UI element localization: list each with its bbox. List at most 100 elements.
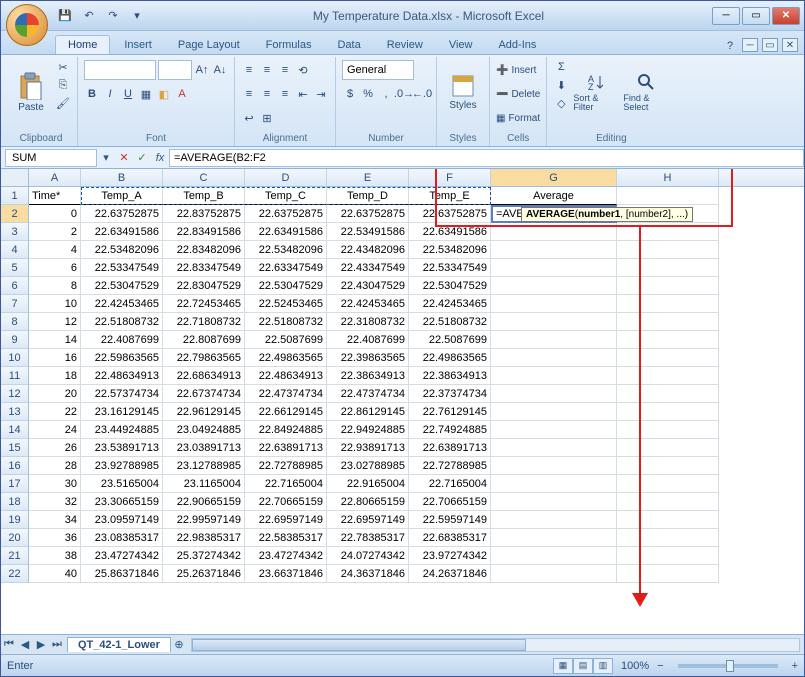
mdi-minimize[interactable]: ─ — [742, 38, 758, 52]
cell[interactable]: 22.67374734 — [163, 385, 245, 403]
cell[interactable]: 22.72453465 — [163, 295, 245, 313]
cell[interactable]: 24.26371846 — [409, 565, 491, 583]
grow-font-icon[interactable]: A↑ — [194, 62, 210, 78]
cell[interactable] — [491, 493, 617, 511]
maximize-button[interactable]: ▭ — [742, 7, 770, 25]
cell[interactable] — [491, 565, 617, 583]
cell[interactable]: 23.92788985 — [81, 457, 163, 475]
cell[interactable]: 22.63752875 — [245, 205, 327, 223]
sheet-nav-first-icon[interactable]: ⏮ — [1, 637, 17, 653]
cell[interactable]: 22.31808732 — [327, 313, 409, 331]
align-top-icon[interactable]: ≡ — [241, 62, 257, 78]
cell[interactable]: 22.53482096 — [409, 241, 491, 259]
sort-filter-button[interactable]: AZ Sort & Filter — [573, 59, 619, 125]
cell[interactable]: 24 — [29, 421, 81, 439]
wrap-text-icon[interactable]: ↩ — [241, 110, 257, 126]
indent-inc-icon[interactable]: ⇥ — [313, 86, 329, 102]
copy-icon[interactable]: ⎘ — [55, 77, 71, 93]
row-header[interactable]: 14 — [1, 421, 29, 439]
cell[interactable]: 23.47274342 — [245, 547, 327, 565]
cell[interactable] — [617, 313, 719, 331]
cell[interactable]: 22.8087699 — [163, 331, 245, 349]
cell[interactable]: 16 — [29, 349, 81, 367]
cell[interactable]: 23.02788985 — [327, 457, 409, 475]
cell[interactable] — [617, 259, 719, 277]
cell[interactable]: 22.68385317 — [409, 529, 491, 547]
cell[interactable]: 23.16129145 — [81, 403, 163, 421]
sheet-nav-last-icon[interactable]: ⏭ — [49, 637, 65, 653]
paste-button[interactable]: Paste — [11, 59, 51, 125]
percent-icon[interactable]: % — [360, 86, 376, 102]
page-break-view-icon[interactable]: ▥ — [593, 658, 613, 674]
format-cells-button[interactable]: ▦Format — [496, 107, 540, 129]
mdi-restore[interactable]: ▭ — [762, 38, 778, 52]
cell[interactable]: 22.63752875 — [327, 205, 409, 223]
cell[interactable]: 22.83347549 — [163, 259, 245, 277]
cell[interactable]: 22.71808732 — [163, 313, 245, 331]
cell[interactable]: 22.79863565 — [163, 349, 245, 367]
align-bottom-icon[interactable]: ≡ — [277, 62, 293, 78]
comma-icon[interactable]: , — [378, 86, 394, 102]
cell[interactable]: 23.08385317 — [81, 529, 163, 547]
cell[interactable]: 12 — [29, 313, 81, 331]
cell[interactable] — [491, 403, 617, 421]
cell[interactable]: 22.63347549 — [245, 259, 327, 277]
fill-icon[interactable]: ⬇ — [553, 77, 569, 93]
cell[interactable]: 22.72788985 — [245, 457, 327, 475]
cell[interactable]: 22.57374734 — [81, 385, 163, 403]
qat-dropdown-icon[interactable]: ▾ — [127, 6, 147, 26]
format-painter-icon[interactable]: 🖌 — [55, 95, 71, 111]
cell[interactable]: 22.63752875 — [409, 205, 491, 223]
cell[interactable]: 23.53891713 — [81, 439, 163, 457]
cell[interactable]: 22.43347549 — [327, 259, 409, 277]
cell[interactable]: Temp_B — [163, 187, 245, 205]
cell[interactable] — [617, 223, 719, 241]
fx-icon[interactable]: fx — [151, 149, 169, 167]
cell[interactable]: 22.72788985 — [409, 457, 491, 475]
cell[interactable]: 22.7165004 — [409, 475, 491, 493]
cell[interactable]: 22.98385317 — [163, 529, 245, 547]
cell[interactable]: 22.94924885 — [327, 421, 409, 439]
cell[interactable]: 22.42453465 — [81, 295, 163, 313]
insert-cells-button[interactable]: ➕Insert — [496, 59, 540, 81]
cell[interactable]: 22.83047529 — [163, 277, 245, 295]
cell[interactable]: 22.52453465 — [245, 295, 327, 313]
cell[interactable] — [617, 187, 719, 205]
cell[interactable]: 22.4087699 — [327, 331, 409, 349]
cell[interactable]: 22.51808732 — [81, 313, 163, 331]
fill-color-icon[interactable]: ◧ — [156, 86, 172, 102]
cell[interactable]: Temp_C — [245, 187, 327, 205]
cell[interactable]: 22.58385317 — [245, 529, 327, 547]
cell[interactable]: 4 — [29, 241, 81, 259]
cell[interactable]: 23.09597149 — [81, 511, 163, 529]
cell[interactable]: 22.76129145 — [409, 403, 491, 421]
hscroll-thumb[interactable] — [192, 639, 526, 651]
merge-icon[interactable]: ⊞ — [259, 110, 275, 126]
cell[interactable]: 22.47374734 — [327, 385, 409, 403]
cell[interactable]: 22.9165004 — [327, 475, 409, 493]
tab-insert[interactable]: Insert — [112, 36, 164, 54]
align-center-icon[interactable]: ≡ — [259, 86, 275, 102]
cell[interactable]: 22.42453465 — [409, 295, 491, 313]
tab-addins[interactable]: Add-Ins — [486, 36, 548, 54]
cell[interactable]: 22.53347549 — [409, 259, 491, 277]
cell[interactable] — [491, 529, 617, 547]
select-all-corner[interactable] — [1, 169, 29, 186]
cell[interactable]: 22.51808732 — [409, 313, 491, 331]
cell[interactable]: 22.53491586 — [327, 223, 409, 241]
cell[interactable]: 34 — [29, 511, 81, 529]
mdi-close[interactable]: ✕ — [782, 38, 798, 52]
cell[interactable] — [617, 547, 719, 565]
cell[interactable]: 22.5087699 — [245, 331, 327, 349]
underline-button[interactable]: U — [120, 86, 136, 102]
cell[interactable]: 22.53047529 — [81, 277, 163, 295]
cancel-formula-icon[interactable]: ✕ — [115, 149, 133, 167]
cell[interactable]: 25.26371846 — [163, 565, 245, 583]
cell[interactable] — [491, 331, 617, 349]
cell[interactable] — [617, 475, 719, 493]
tab-review[interactable]: Review — [375, 36, 435, 54]
font-color-icon[interactable]: A — [174, 86, 190, 102]
cell[interactable]: 22.38634913 — [409, 367, 491, 385]
cell[interactable]: 22.53047529 — [409, 277, 491, 295]
row-header[interactable]: 10 — [1, 349, 29, 367]
